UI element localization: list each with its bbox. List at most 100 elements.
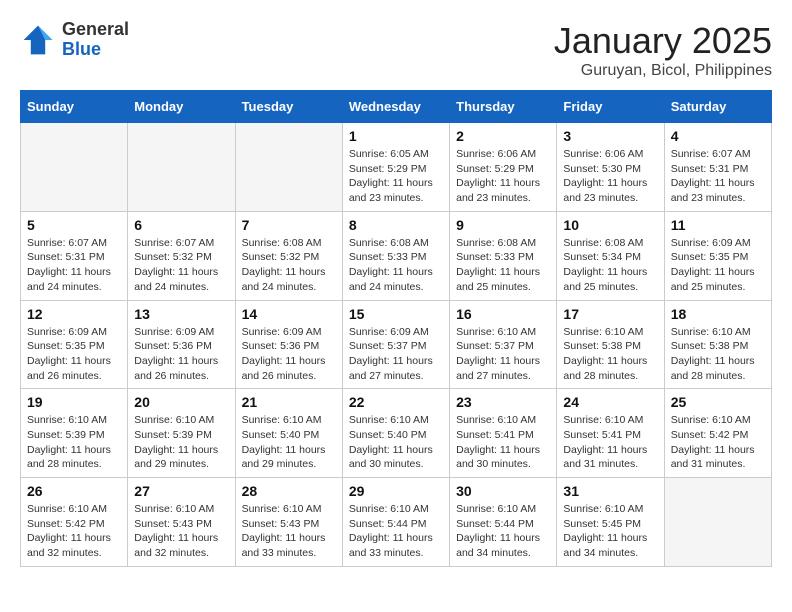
cell-info: Sunrise: 6:10 AMSunset: 5:45 PMDaylight:… xyxy=(563,502,657,561)
calendar-week-row: 12 Sunrise: 6:09 AMSunset: 5:35 PMDayligh… xyxy=(21,300,772,389)
day-number: 6 xyxy=(134,217,228,233)
title-section: January 2025 Guruyan, Bicol, Philippines xyxy=(554,20,772,80)
cell-info: Sunrise: 6:06 AMSunset: 5:29 PMDaylight:… xyxy=(456,147,550,206)
calendar-week-row: 5Sunrise: 6:07 AMSunset: 5:31 PMDaylight… xyxy=(21,211,772,300)
calendar-cell: 26 Sunrise: 6:10 AMSunset: 5:42 PMDayligh… xyxy=(21,478,128,567)
day-number: 10 xyxy=(563,217,657,233)
calendar-cell: 2 Sunrise: 6:06 AMSunset: 5:29 PMDaylight… xyxy=(450,123,557,212)
cell-info: Sunrise: 6:05 AMSunset: 5:29 PMDaylight:… xyxy=(349,147,443,206)
day-number: 8 xyxy=(349,217,443,233)
calendar-cell: 13 Sunrise: 6:09 AMSunset: 5:36 PMDayligh… xyxy=(128,300,235,389)
day-number: 16 xyxy=(456,306,550,322)
calendar-cell: 12 Sunrise: 6:09 AMSunset: 5:35 PMDayligh… xyxy=(21,300,128,389)
cell-info: Sunrise: 6:08 AMSunset: 5:33 PMDaylight:… xyxy=(349,236,443,295)
calendar-cell: 4 Sunrise: 6:07 AMSunset: 5:31 PMDaylight… xyxy=(664,123,771,212)
calendar-cell xyxy=(128,123,235,212)
day-number: 24 xyxy=(563,394,657,410)
cell-info: Sunrise: 6:10 AMSunset: 5:41 PMDaylight:… xyxy=(563,413,657,472)
calendar-cell: 22 Sunrise: 6:10 AMSunset: 5:40 PMDayligh… xyxy=(342,389,449,478)
day-number: 11 xyxy=(671,217,765,233)
calendar-cell: 28Sunrise: 6:10 AMSunset: 5:43 PMDayligh… xyxy=(235,478,342,567)
day-number: 4 xyxy=(671,128,765,144)
calendar-cell: 3Sunrise: 6:06 AMSunset: 5:30 PMDaylight… xyxy=(557,123,664,212)
calendar-cell: 16 Sunrise: 6:10 AMSunset: 5:37 PMDayligh… xyxy=(450,300,557,389)
cell-info: Sunrise: 6:07 AMSunset: 5:31 PMDaylight:… xyxy=(27,236,121,295)
calendar-cell: 29Sunrise: 6:10 AMSunset: 5:44 PMDayligh… xyxy=(342,478,449,567)
day-number: 9 xyxy=(456,217,550,233)
weekday-header: Sunday xyxy=(21,91,128,123)
calendar-cell: 8 Sunrise: 6:08 AMSunset: 5:33 PMDaylight… xyxy=(342,211,449,300)
day-number: 27 xyxy=(134,483,228,499)
cell-info: Sunrise: 6:08 AMSunset: 5:34 PMDaylight:… xyxy=(563,236,657,295)
calendar-cell: 30Sunrise: 6:10 AMSunset: 5:44 PMDayligh… xyxy=(450,478,557,567)
day-number: 13 xyxy=(134,306,228,322)
calendar-cell: 15 Sunrise: 6:09 AMSunset: 5:37 PMDayligh… xyxy=(342,300,449,389)
logo: General Blue xyxy=(20,20,129,60)
cell-info: Sunrise: 6:09 AMSunset: 5:35 PMDaylight:… xyxy=(671,236,765,295)
cell-info: Sunrise: 6:09 AMSunset: 5:35 PMDaylight:… xyxy=(27,325,121,384)
cell-info: Sunrise: 6:10 AMSunset: 5:42 PMDaylight:… xyxy=(671,413,765,472)
calendar-cell: 31 Sunrise: 6:10 AMSunset: 5:45 PMDayligh… xyxy=(557,478,664,567)
day-number: 17 xyxy=(563,306,657,322)
calendar-cell: 24 Sunrise: 6:10 AMSunset: 5:41 PMDayligh… xyxy=(557,389,664,478)
day-number: 7 xyxy=(242,217,336,233)
calendar-cell: 14Sunrise: 6:09 AMSunset: 5:36 PMDayligh… xyxy=(235,300,342,389)
day-number: 28 xyxy=(242,483,336,499)
calendar-cell xyxy=(21,123,128,212)
cell-info: Sunrise: 6:09 AMSunset: 5:37 PMDaylight:… xyxy=(349,325,443,384)
day-number: 25 xyxy=(671,394,765,410)
day-number: 20 xyxy=(134,394,228,410)
calendar-cell: 9 Sunrise: 6:08 AMSunset: 5:33 PMDaylight… xyxy=(450,211,557,300)
cell-info: Sunrise: 6:10 AMSunset: 5:40 PMDaylight:… xyxy=(242,413,336,472)
calendar-cell: 17 Sunrise: 6:10 AMSunset: 5:38 PMDayligh… xyxy=(557,300,664,389)
cell-info: Sunrise: 6:10 AMSunset: 5:39 PMDaylight:… xyxy=(134,413,228,472)
calendar-cell: 19 Sunrise: 6:10 AMSunset: 5:39 PMDayligh… xyxy=(21,389,128,478)
calendar-cell: 10 Sunrise: 6:08 AMSunset: 5:34 PMDayligh… xyxy=(557,211,664,300)
logo-text: General Blue xyxy=(62,20,129,60)
day-number: 1 xyxy=(349,128,443,144)
cell-info: Sunrise: 6:09 AMSunset: 5:36 PMDaylight:… xyxy=(134,325,228,384)
calendar-cell: 18 Sunrise: 6:10 AMSunset: 5:38 PMDayligh… xyxy=(664,300,771,389)
calendar-cell xyxy=(235,123,342,212)
cell-info: Sunrise: 6:10 AMSunset: 5:39 PMDaylight:… xyxy=(27,413,121,472)
day-number: 14 xyxy=(242,306,336,322)
calendar-cell: 27 Sunrise: 6:10 AMSunset: 5:43 PMDayligh… xyxy=(128,478,235,567)
day-number: 31 xyxy=(563,483,657,499)
month-title: January 2025 xyxy=(554,20,772,62)
day-number: 18 xyxy=(671,306,765,322)
day-number: 19 xyxy=(27,394,121,410)
calendar-cell: 25 Sunrise: 6:10 AMSunset: 5:42 PMDayligh… xyxy=(664,389,771,478)
calendar-week-row: 26 Sunrise: 6:10 AMSunset: 5:42 PMDayligh… xyxy=(21,478,772,567)
cell-info: Sunrise: 6:08 AMSunset: 5:33 PMDaylight:… xyxy=(456,236,550,295)
calendar-cell: 20 Sunrise: 6:10 AMSunset: 5:39 PMDayligh… xyxy=(128,389,235,478)
day-number: 2 xyxy=(456,128,550,144)
calendar-cell xyxy=(664,478,771,567)
cell-info: Sunrise: 6:10 AMSunset: 5:43 PMDaylight:… xyxy=(134,502,228,561)
day-number: 12 xyxy=(27,306,121,322)
cell-info: Sunrise: 6:10 AMSunset: 5:38 PMDaylight:… xyxy=(563,325,657,384)
day-number: 22 xyxy=(349,394,443,410)
cell-info: Sunrise: 6:10 AMSunset: 5:38 PMDaylight:… xyxy=(671,325,765,384)
calendar-week-row: 19 Sunrise: 6:10 AMSunset: 5:39 PMDayligh… xyxy=(21,389,772,478)
cell-info: Sunrise: 6:10 AMSunset: 5:37 PMDaylight:… xyxy=(456,325,550,384)
weekday-header: Tuesday xyxy=(235,91,342,123)
day-number: 26 xyxy=(27,483,121,499)
cell-info: Sunrise: 6:10 AMSunset: 5:40 PMDaylight:… xyxy=(349,413,443,472)
weekday-header: Friday xyxy=(557,91,664,123)
location-subtitle: Guruyan, Bicol, Philippines xyxy=(554,62,772,80)
day-number: 23 xyxy=(456,394,550,410)
calendar-cell: 23Sunrise: 6:10 AMSunset: 5:41 PMDayligh… xyxy=(450,389,557,478)
calendar-cell: 21 Sunrise: 6:10 AMSunset: 5:40 PMDayligh… xyxy=(235,389,342,478)
day-number: 21 xyxy=(242,394,336,410)
logo-icon xyxy=(20,22,56,58)
cell-info: Sunrise: 6:08 AMSunset: 5:32 PMDaylight:… xyxy=(242,236,336,295)
cell-info: Sunrise: 6:10 AMSunset: 5:42 PMDaylight:… xyxy=(27,502,121,561)
calendar-week-row: 1 Sunrise: 6:05 AMSunset: 5:29 PMDaylight… xyxy=(21,123,772,212)
cell-info: Sunrise: 6:07 AMSunset: 5:31 PMDaylight:… xyxy=(671,147,765,206)
weekday-header: Wednesday xyxy=(342,91,449,123)
day-number: 15 xyxy=(349,306,443,322)
calendar-cell: 6 Sunrise: 6:07 AMSunset: 5:32 PMDaylight… xyxy=(128,211,235,300)
calendar-cell: 7 Sunrise: 6:08 AMSunset: 5:32 PMDaylight… xyxy=(235,211,342,300)
cell-info: Sunrise: 6:07 AMSunset: 5:32 PMDaylight:… xyxy=(134,236,228,295)
calendar-table: SundayMondayTuesdayWednesdayThursdayFrid… xyxy=(20,90,772,567)
